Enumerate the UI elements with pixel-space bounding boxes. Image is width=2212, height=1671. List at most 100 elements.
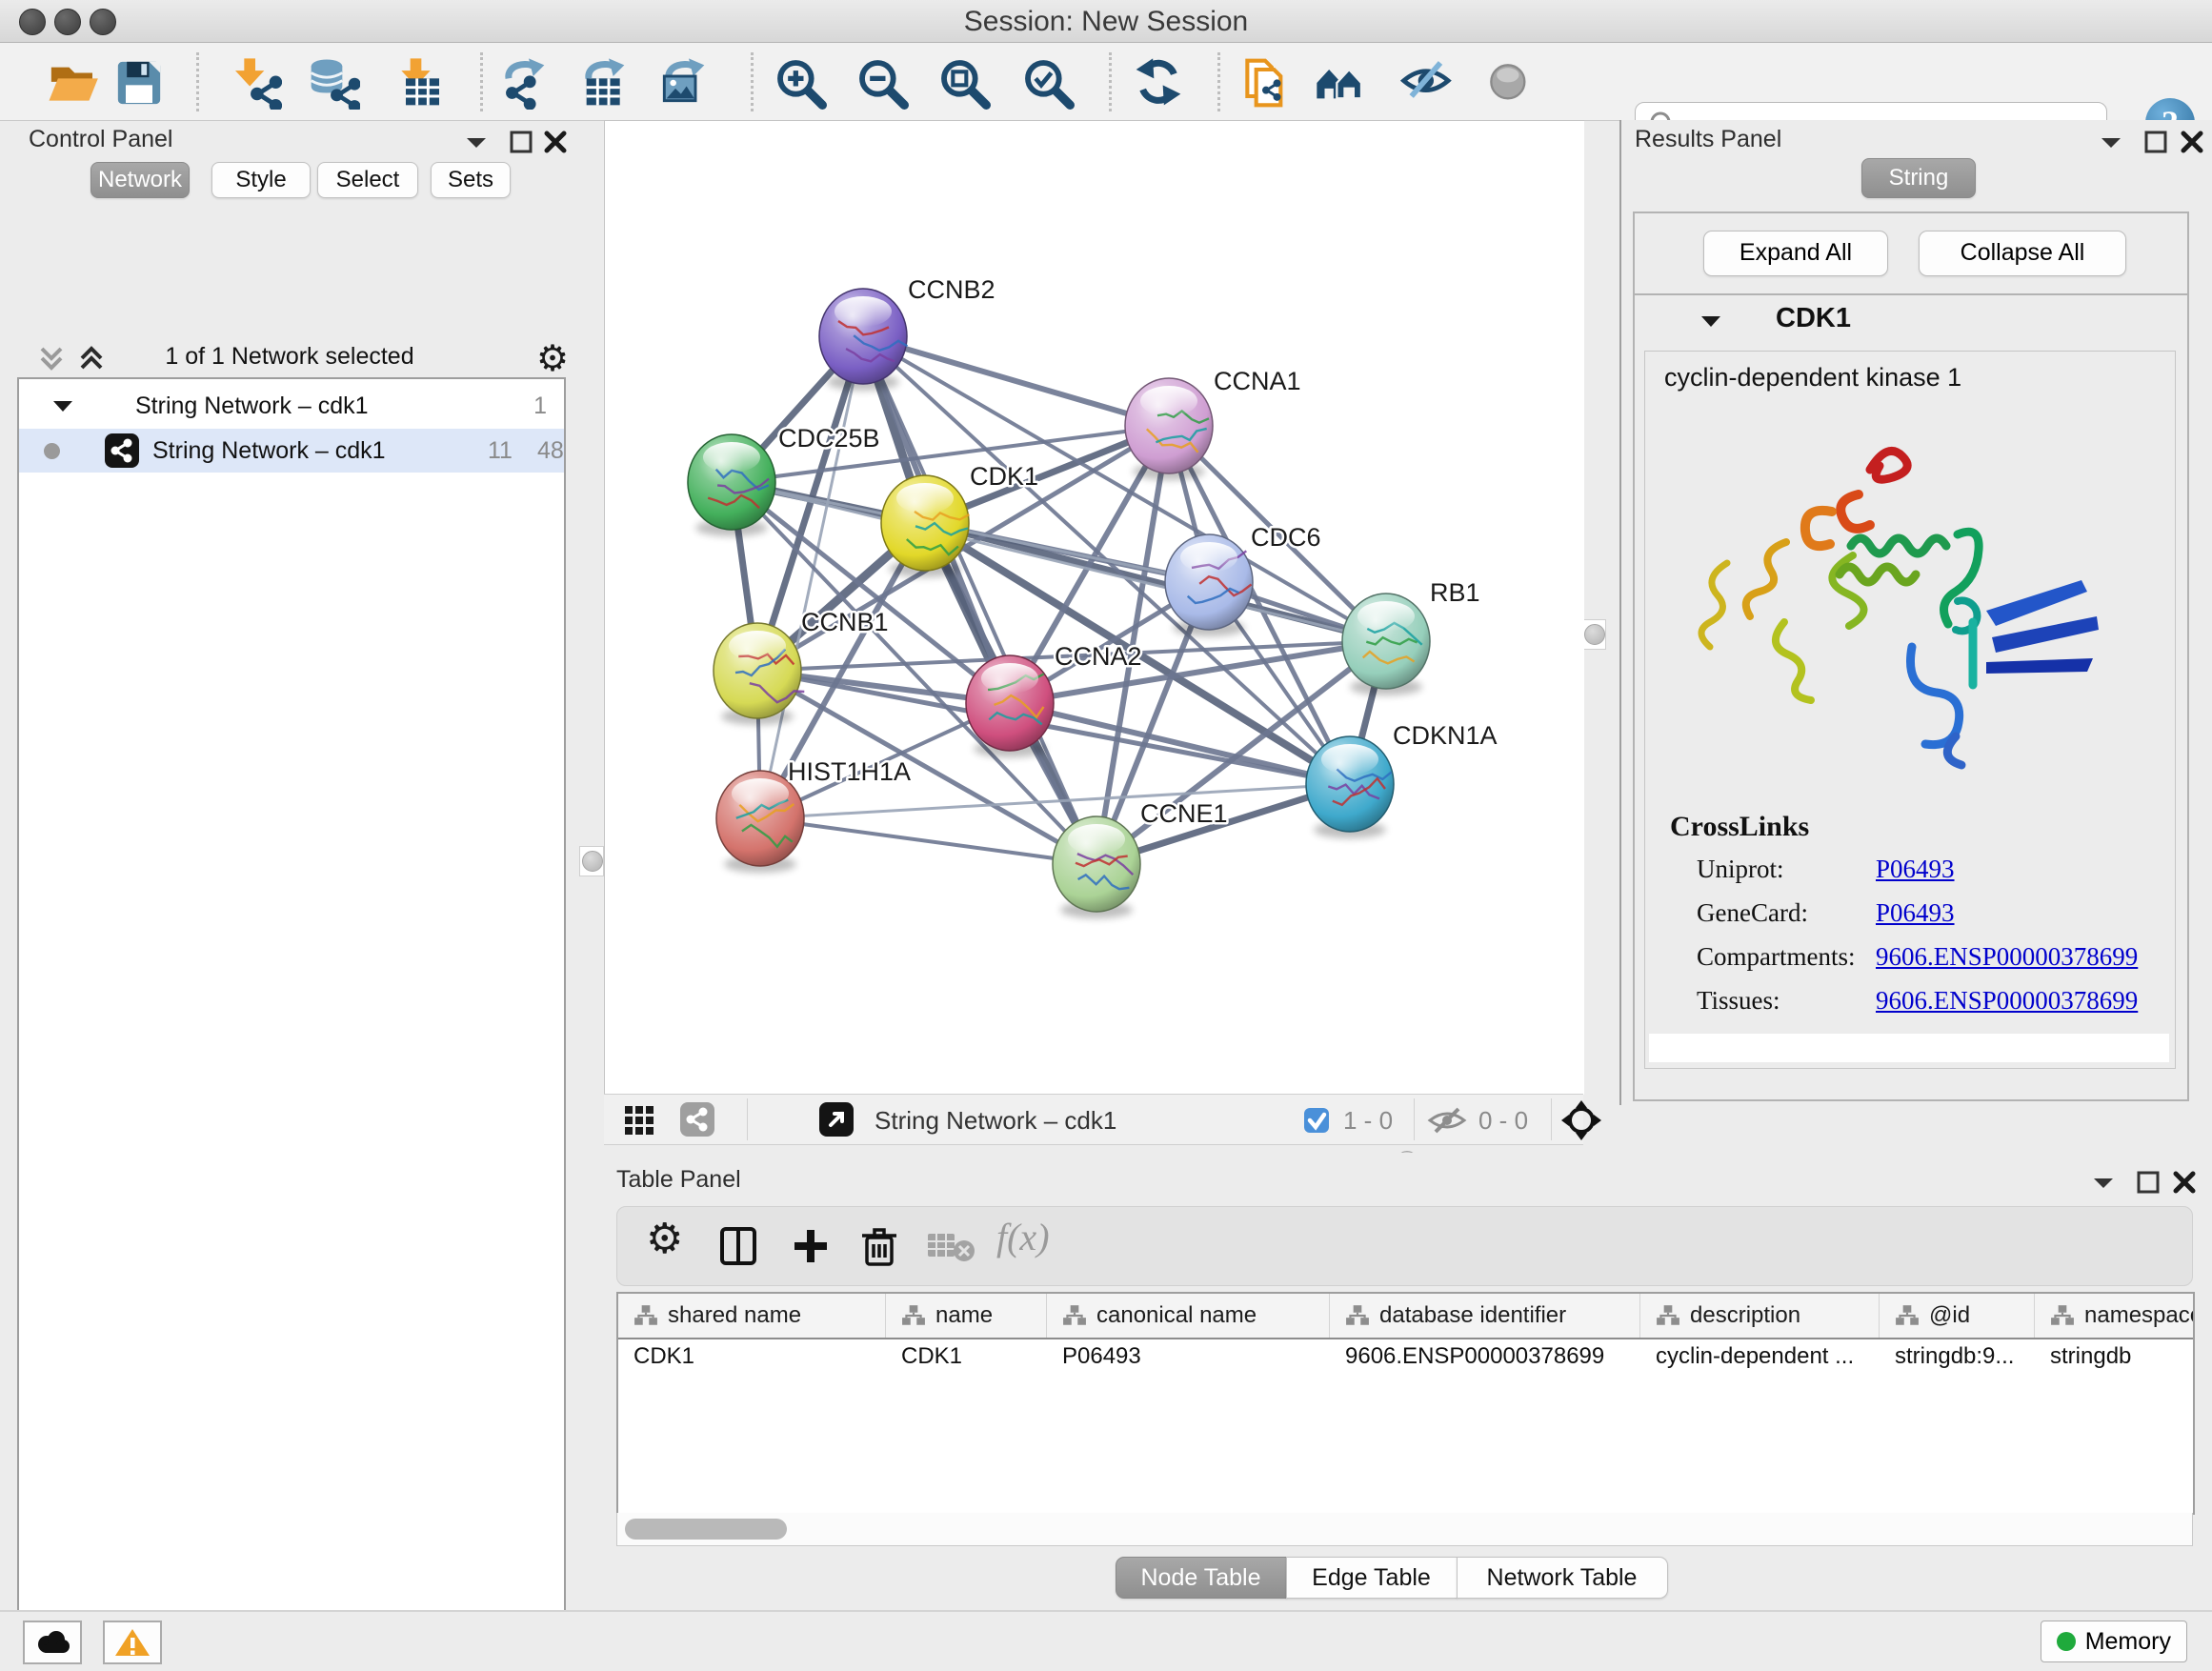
table-panel-collapse-icon[interactable] <box>2090 1174 2117 1193</box>
apply-layout-icon[interactable] <box>1132 56 1185 110</box>
protein-structure-image <box>1672 420 2122 792</box>
tab-string[interactable]: String <box>1861 158 1976 198</box>
open-file-icon[interactable] <box>46 56 99 110</box>
table-panel-float-icon[interactable] <box>2136 1170 2161 1195</box>
right-splitter-handle[interactable] <box>1581 619 1606 650</box>
warnings-button[interactable] <box>103 1621 162 1664</box>
show-columns-icon[interactable] <box>716 1224 760 1268</box>
hide-selected-icon[interactable] <box>1400 56 1454 110</box>
zoom-fit-icon[interactable] <box>937 56 991 110</box>
network-view-toolbar: String Network – cdk1 1 - 0 0 - 0 <box>604 1094 1583 1145</box>
crosslink-link[interactable]: 9606.ENSP00000378699 <box>1876 942 2138 972</box>
results-panel-collapse-icon[interactable] <box>2098 133 2124 152</box>
tab-network[interactable]: Network <box>90 162 190 198</box>
tab-style[interactable]: Style <box>211 162 311 198</box>
node-CCNE1[interactable]: CCNE1 <box>1053 799 1228 918</box>
memory-button[interactable]: Memory <box>2041 1621 2187 1662</box>
birds-eye-view-icon[interactable] <box>1561 1100 1601 1140</box>
collapse-all-button[interactable]: Collapse All <box>1919 231 2126 276</box>
toolbar-separator <box>1551 1098 1552 1140</box>
first-neighbors-icon[interactable] <box>1315 56 1368 110</box>
table-panel-close-icon[interactable] <box>2172 1170 2197 1195</box>
delete-table-icon-disabled <box>928 1230 977 1264</box>
import-table-icon[interactable] <box>392 56 446 110</box>
selected-checkbox-icon[interactable] <box>1303 1107 1330 1134</box>
control-panel-float-icon[interactable] <box>509 130 533 154</box>
add-column-icon[interactable] <box>789 1224 833 1268</box>
column-header--id[interactable]: @id <box>1880 1294 2035 1338</box>
hidden-eye-slash-icon[interactable] <box>1427 1106 1467 1135</box>
open-in-window-icon[interactable] <box>819 1102 854 1137</box>
duplicate-network-icon[interactable] <box>1238 56 1292 110</box>
column-header-shared-name[interactable]: shared name <box>618 1294 886 1338</box>
node-RB1[interactable]: RB1 <box>1342 578 1480 695</box>
table-settings-gear-icon[interactable]: ⚙ <box>646 1215 683 1263</box>
network-row-selected[interactable]: String Network – cdk1 11 48 <box>19 429 564 473</box>
column-header-description[interactable]: description <box>1640 1294 1880 1338</box>
tab-node-table[interactable]: Node Table <box>1116 1557 1287 1599</box>
network-canvas[interactable]: CCNB2 CCNA1 CDC25B CDK1 CDC6 R <box>604 120 1584 1095</box>
tree-expander-icon[interactable] <box>51 398 74 415</box>
column-header-canonical-name[interactable]: canonical name <box>1047 1294 1330 1338</box>
delete-column-icon[interactable] <box>857 1224 901 1268</box>
node-CDC25B[interactable]: CDC25B <box>688 424 880 536</box>
table-horizontal-scrollbar[interactable] <box>616 1513 2193 1546</box>
tab-sets[interactable]: Sets <box>431 162 511 198</box>
control-panel-collapse-icon[interactable] <box>463 133 490 152</box>
control-panel-close-icon[interactable] <box>543 130 568 154</box>
column-header-name[interactable]: name <box>886 1294 1047 1338</box>
cell--id[interactable]: stringdb:9... <box>1895 1343 2031 1370</box>
network-collection-row[interactable]: String Network – cdk1 1 <box>19 385 564 429</box>
selected-count: 1 - 0 <box>1343 1106 1393 1136</box>
import-database-icon[interactable] <box>307 56 360 110</box>
edge-CCNE1-HIST1H1A[interactable] <box>760 818 1096 864</box>
crosslink-link[interactable]: P06493 <box>1876 855 1955 884</box>
crosslink-link[interactable]: 9606.ENSP00000378699 <box>1876 986 2138 1016</box>
cell-description[interactable]: cyclin-dependent ... <box>1656 1343 1876 1370</box>
column-type-icon <box>901 1303 926 1328</box>
left-splitter-handle[interactable] <box>579 846 604 876</box>
edge-CCNA2-CDKN1A[interactable] <box>1010 703 1350 784</box>
cell-shared-name[interactable]: CDK1 <box>633 1343 882 1370</box>
column-type-icon <box>633 1303 658 1328</box>
cell-canonical-name[interactable]: P06493 <box>1062 1343 1326 1370</box>
zoom-selected-icon[interactable] <box>1021 56 1075 110</box>
crosslink-link[interactable]: P06493 <box>1876 898 1955 928</box>
edge-CCNB2-HIST1H1A[interactable] <box>760 336 863 818</box>
network-options-gear-icon[interactable]: ⚙ <box>536 337 569 380</box>
import-network-icon[interactable] <box>229 56 282 110</box>
cloud-button[interactable] <box>23 1621 82 1664</box>
toolbar-separator <box>1414 1098 1415 1140</box>
network-label: String Network – cdk1 <box>152 437 386 465</box>
cell-name[interactable]: CDK1 <box>901 1343 1043 1370</box>
node-CCNB2[interactable]: CCNB2 <box>819 275 995 391</box>
zoom-out-icon[interactable] <box>855 56 909 110</box>
export-network-icon[interactable] <box>495 56 549 110</box>
show-all-icon[interactable] <box>1482 56 1536 110</box>
zoom-in-icon[interactable] <box>774 56 827 110</box>
results-panel-close-icon[interactable] <box>2180 130 2204 154</box>
cell-database-identifier[interactable]: 9606.ENSP00000378699 <box>1345 1343 1637 1370</box>
node-CCNA1[interactable]: CCNA1 <box>1125 367 1301 480</box>
save-session-icon[interactable] <box>112 56 166 110</box>
gene-card-expander-icon[interactable] <box>1698 312 1724 332</box>
cell-namespace[interactable]: stringdb <box>2050 1343 2195 1370</box>
network-share-icon[interactable] <box>680 1102 714 1137</box>
column-header-label: database identifier <box>1379 1302 1566 1329</box>
tab-edge-table[interactable]: Edge Table <box>1286 1557 1458 1599</box>
tab-select[interactable]: Select <box>317 162 418 198</box>
toolbar-separator <box>480 52 483 111</box>
node-CDKN1A[interactable]: CDKN1A <box>1306 721 1498 838</box>
export-image-icon[interactable] <box>655 56 709 110</box>
column-header-namespace[interactable]: namespace <box>2035 1294 2195 1338</box>
results-panel-float-icon[interactable] <box>2143 130 2168 154</box>
cloud-icon <box>33 1629 71 1656</box>
scrollbar-thumb[interactable] <box>625 1519 787 1540</box>
tab-network-table[interactable]: Network Table <box>1457 1557 1668 1599</box>
column-header-database-identifier[interactable]: database identifier <box>1330 1294 1640 1338</box>
column-type-icon <box>1062 1303 1087 1328</box>
grid-view-icon[interactable] <box>623 1104 657 1137</box>
export-table-icon[interactable] <box>575 56 629 110</box>
expand-all-button[interactable]: Expand All <box>1703 231 1888 276</box>
network-edge-count: 48 <box>537 437 564 465</box>
